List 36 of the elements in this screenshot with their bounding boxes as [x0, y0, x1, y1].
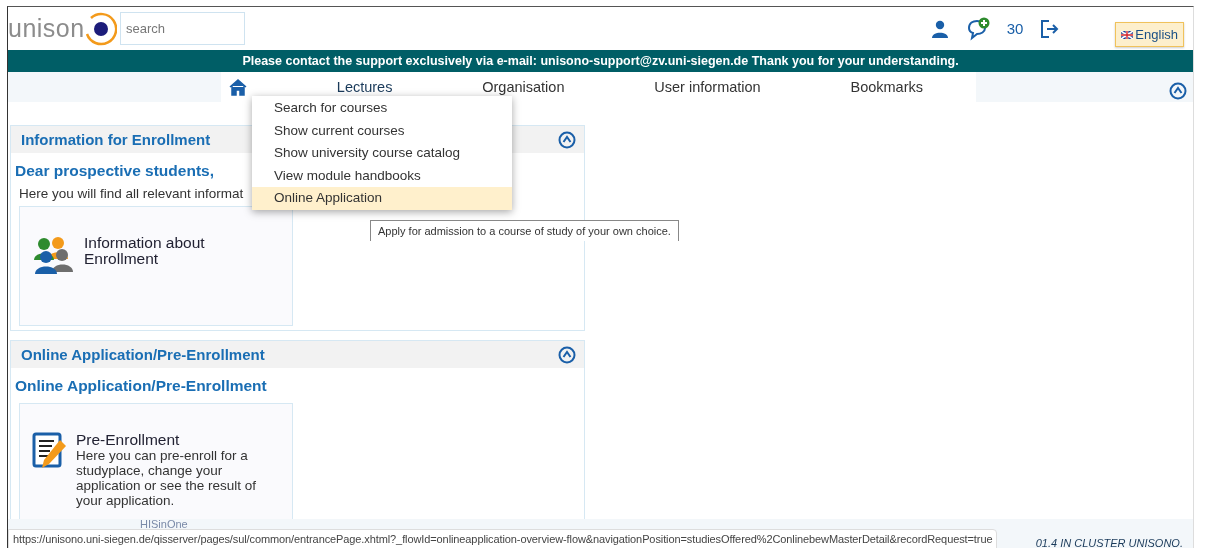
collapse-icon[interactable] [558, 130, 576, 149]
tooltip: Apply for admission to a course of study of your own choice. [370, 220, 679, 241]
tile-title: Information about Enrollment [84, 235, 206, 267]
menu-item[interactable]: View module handbooks [252, 164, 512, 187]
nav-menu-item[interactable]: User information [654, 79, 761, 95]
menu-item[interactable]: Online Application [252, 187, 512, 210]
section-heading: Online Application/Pre-Enrollment [15, 377, 267, 395]
logout-icon[interactable] [1040, 18, 1061, 39]
collapse-icon[interactable] [558, 345, 576, 364]
home-icon[interactable] [229, 78, 247, 96]
nav-menu-item[interactable]: Lectures [336, 79, 393, 95]
chat-plus-icon[interactable] [965, 16, 990, 41]
nav-menu-item[interactable]: Organisation [482, 79, 565, 95]
tile-title: Pre-Enrollment [76, 432, 181, 448]
person-icon[interactable] [930, 19, 949, 38]
menu-item[interactable]: Show current courses [252, 119, 512, 142]
menu-item[interactable]: Search for courses [252, 97, 512, 120]
menu-item[interactable]: Show university course catalog [252, 142, 512, 165]
nav-menu-item[interactable]: Bookmarks [850, 79, 923, 95]
flag-icon [1121, 30, 1134, 39]
search-field[interactable]: search [120, 12, 245, 45]
notification-count[interactable]: 30 [1006, 20, 1024, 37]
logo-text: unison [8, 14, 85, 43]
panel-title: Information for Enrollment [21, 131, 211, 148]
notice-banner: Please contact the support exclusively via e-mail: unisono-support@zv.uni-siegen.de Thank you for your understanding. [8, 50, 1193, 72]
people-group-icon [32, 235, 76, 275]
intro-text: Here you will find all relevant informat [19, 186, 244, 201]
section-heading: Dear prospective students, [15, 162, 214, 180]
panel-title: Online Application/Pre-Enrollment [21, 346, 265, 363]
form-pencil-icon [32, 432, 68, 470]
tile-card[interactable]: Information about Enrollment [19, 206, 293, 326]
language-button[interactable]: English [1115, 22, 1184, 47]
collapse-icon[interactable] [1169, 82, 1187, 100]
version-text: 01.4 IN CLUSTER UNISONO. [1035, 537, 1183, 548]
status-url: https://unisono.uni-siegen.de/qisserver/pages/sul/common/entrancePage.xhtml?_flowId=onlineapplication-overview-flow&navigationPosition=studiesOffered%2ConlinebewMasterDetail&recordRequest=true [8, 529, 998, 548]
tile-description: Here you can pre-enroll for a studyplace, change your application or see the result of your application. [76, 448, 258, 508]
